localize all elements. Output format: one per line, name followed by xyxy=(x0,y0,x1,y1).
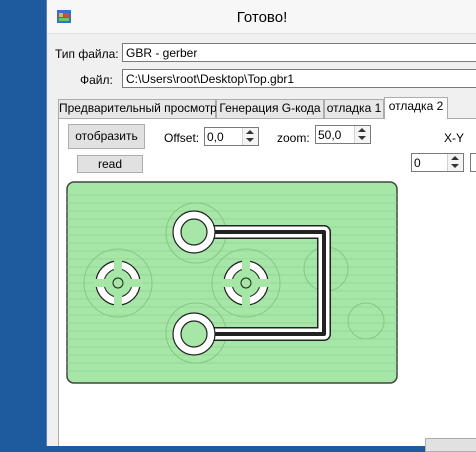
spin-up-icon[interactable] xyxy=(358,128,366,132)
file-type-label: Тип файла: xyxy=(55,47,119,61)
spin-up-icon[interactable] xyxy=(451,156,459,160)
y-spinner-partial[interactable] xyxy=(470,153,476,172)
x-spin-arrows[interactable] xyxy=(447,154,463,171)
x-value: 0 xyxy=(414,156,421,170)
spin-down-icon[interactable] xyxy=(451,164,459,168)
file-path-field[interactable]: C:\Users\root\Desktop\Top.gbr1 xyxy=(122,69,476,88)
spin-down-icon[interactable] xyxy=(358,136,366,140)
tab-preview[interactable]: Предварительный просмотр xyxy=(58,99,217,118)
pad-bottom xyxy=(172,312,216,356)
pcb-preview xyxy=(66,181,398,384)
tab-gcode[interactable]: Генерация G-кода xyxy=(216,99,324,118)
spin-up-icon[interactable] xyxy=(246,130,254,134)
offset-spinner[interactable]: 0,0 xyxy=(204,127,259,146)
zoom-value: 50,0 xyxy=(318,128,342,142)
title-bar: Готово! xyxy=(47,0,476,34)
show-button[interactable]: отобразить xyxy=(68,124,145,149)
x-spinner[interactable]: 0 xyxy=(411,153,464,172)
tab-debug-2[interactable]: отладка 2 xyxy=(384,97,448,119)
bottom-button-partial[interactable] xyxy=(425,438,476,452)
tab-strip: Предварительный просмотр Генерация G-код… xyxy=(58,97,476,119)
tab-debug-1[interactable]: отладка 1 xyxy=(324,99,384,118)
pad-top xyxy=(172,210,216,254)
file-type-field[interactable]: GBR - gerber xyxy=(122,43,476,62)
zoom-spin-arrows[interactable] xyxy=(354,126,370,143)
read-button[interactable]: read xyxy=(77,155,143,173)
offset-label: Offset: xyxy=(164,131,200,145)
window-title: Готово! xyxy=(236,9,288,26)
zoom-spinner[interactable]: 50,0 xyxy=(315,125,371,144)
xy-label: X-Y xyxy=(444,131,465,145)
file-label: Файл: xyxy=(80,73,113,87)
zoom-label: zoom: xyxy=(277,131,310,145)
offset-spin-arrows[interactable] xyxy=(242,128,258,145)
offset-value: 0,0 xyxy=(207,130,224,144)
spin-down-icon[interactable] xyxy=(246,138,254,142)
